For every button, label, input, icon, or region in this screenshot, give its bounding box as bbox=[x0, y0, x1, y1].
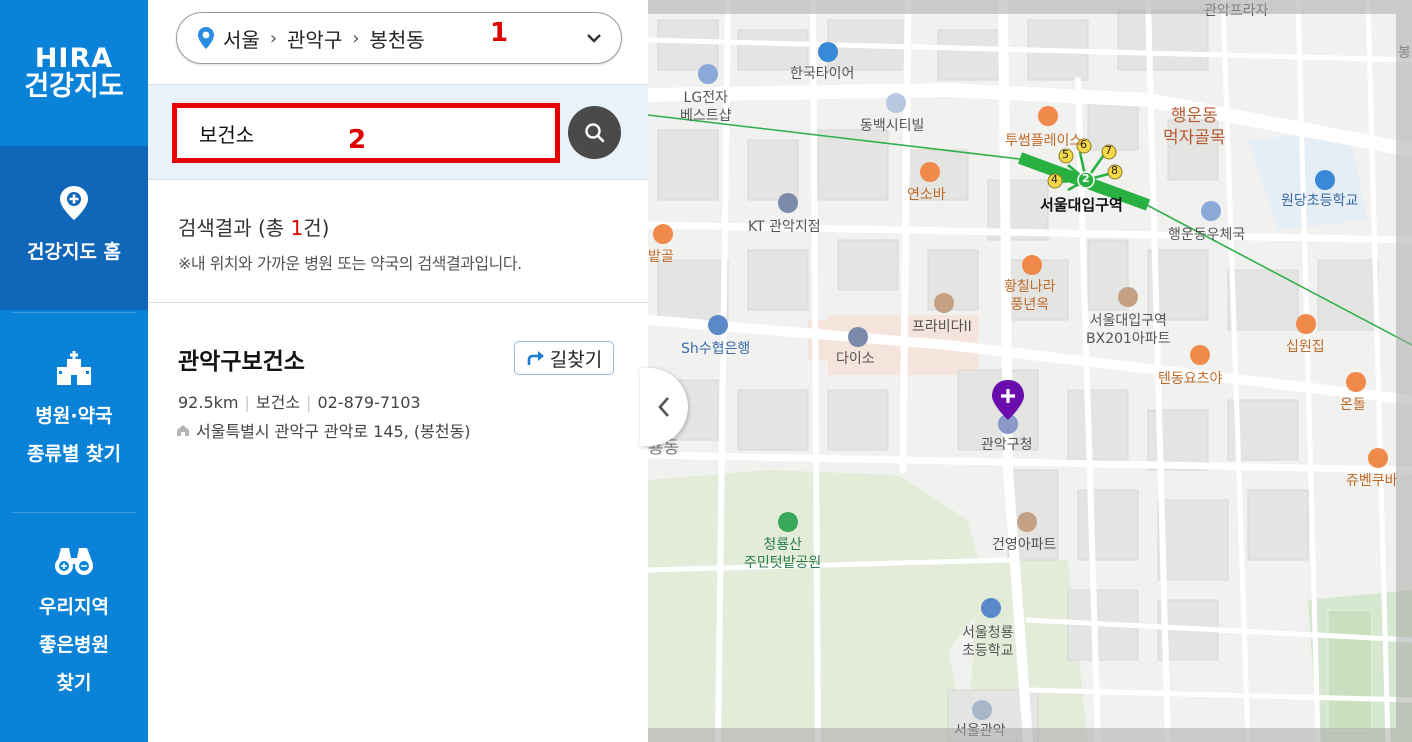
result-summary-prefix: 검색결과 (총 bbox=[178, 216, 291, 240]
nav-item-good-hospitals[interactable]: 우리지역 좋은병원 찾기 bbox=[12, 512, 136, 732]
map-label-line: 청룡산 bbox=[763, 537, 802, 553]
map-label-line: 행운동 bbox=[1170, 106, 1218, 126]
directions-label: 길찾기 bbox=[549, 348, 603, 371]
result-distance: 92.5km bbox=[178, 393, 239, 412]
meta-separator: | bbox=[306, 393, 312, 412]
map-label: 텐동요츠야 bbox=[1158, 371, 1223, 387]
location-selector[interactable]: 서울 › 관악구 › 봉천동 bbox=[176, 12, 622, 64]
chevron-right-icon: › bbox=[352, 27, 360, 49]
map-label-line: 풍년옥 bbox=[1010, 297, 1050, 313]
result-address: 서울특별시 관악구 관악로 145, (봉천동) bbox=[196, 422, 471, 441]
hira-logo[interactable]: HIRA 건강지도 bbox=[0, 0, 148, 146]
map-label: 원당초등학교 bbox=[1281, 193, 1359, 209]
result-note: ※내 위치와 가까운 병원 또는 약국의 검색결과입니다. bbox=[178, 254, 522, 273]
nav-label-good-1: 우리지역 bbox=[39, 595, 109, 618]
result-count: 1 bbox=[290, 216, 304, 240]
subway-exit-4: 4 bbox=[1051, 173, 1058, 186]
location-dong: 봉천동 bbox=[369, 27, 425, 52]
map-label: 황칠나라풍년옥 bbox=[1004, 278, 1056, 314]
nav-label-home: 건강지도 홈 bbox=[26, 241, 121, 263]
nav-item-hospital-pharmacy-type[interactable]: 병원·약국 종류별 찾기 bbox=[12, 312, 136, 510]
location-pin-icon bbox=[198, 27, 214, 49]
map-label: 투썸플레이스 bbox=[1005, 133, 1083, 149]
chevron-down-icon[interactable] bbox=[585, 29, 603, 47]
hospital-building-icon bbox=[57, 350, 91, 385]
map-label: 십원집 bbox=[1286, 339, 1325, 355]
map-edge-overlay bbox=[648, 0, 1412, 14]
side-navigation: HIRA 건강지도 건강지도 홈 병원·약국 종류별 찾기 우리지역 좋은병원 … bbox=[0, 0, 148, 742]
result-name[interactable]: 관악구보건소 bbox=[178, 342, 305, 376]
map-label: 다이소 bbox=[836, 351, 875, 367]
annotation-mark-2: 2 bbox=[348, 125, 367, 155]
map-label-line: LG전자 bbox=[683, 90, 728, 106]
turn-right-arrow-icon bbox=[527, 351, 544, 365]
map-label: 행운동우체국 bbox=[1168, 227, 1246, 243]
map-edge-overlay bbox=[648, 728, 1412, 742]
location-city: 서울 bbox=[223, 27, 260, 52]
annotation-mark-1: 1 bbox=[490, 18, 509, 48]
nav-item-home[interactable]: 건강지도 홈 bbox=[0, 146, 148, 310]
subway-exit-8: 8 bbox=[1111, 164, 1118, 177]
nav-label-good-2: 좋은병원 bbox=[39, 633, 109, 656]
map-label: 밭골 bbox=[648, 249, 674, 265]
nav-label-good-3: 찾기 bbox=[56, 671, 92, 694]
map-label: 연소바 bbox=[907, 187, 946, 203]
map-edge-overlay bbox=[1396, 14, 1412, 728]
result-summary-suffix: 건) bbox=[303, 216, 330, 240]
result-type: 보건소 bbox=[255, 393, 301, 412]
home-icon bbox=[177, 424, 189, 436]
map-label: 동백시티빌 bbox=[860, 118, 925, 134]
map-label: 쥬벤쿠바 bbox=[1346, 473, 1398, 489]
map-label: 한국타이어 bbox=[790, 66, 855, 82]
nav-label-type-2: 종류별 찾기 bbox=[26, 442, 121, 465]
result-phone: 02-879-7103 bbox=[317, 393, 421, 412]
search-panel: 서울 › 관악구 › 봉천동 1 2 검색결과 (총 1건) ※내 위치와 가까… bbox=[148, 0, 648, 742]
map-label: Sh수협은행 bbox=[681, 341, 751, 357]
map-label-line: 서울청룡 bbox=[962, 625, 1014, 641]
location-pin-icon bbox=[60, 186, 88, 220]
map-label: 온돌 bbox=[1340, 397, 1366, 413]
map-label: LG전자베스트샵 bbox=[680, 89, 732, 125]
map-label: 관악구청 bbox=[981, 437, 1033, 453]
result-summary: 검색결과 (총 1건) bbox=[178, 212, 329, 241]
map-label: 서울청룡초등학교 bbox=[962, 624, 1014, 660]
search-bar: 2 bbox=[148, 85, 648, 180]
map-label-line: 초등학교 bbox=[962, 643, 1014, 659]
divider bbox=[148, 302, 648, 303]
map-label-line: 서울대입구역 bbox=[1089, 313, 1167, 329]
search-button[interactable] bbox=[568, 106, 621, 159]
map-label: 건영아파트 bbox=[992, 537, 1057, 553]
meta-separator: | bbox=[244, 393, 250, 412]
map-label: 행운동 먹자골목 bbox=[1163, 105, 1226, 149]
chevron-right-icon: › bbox=[269, 27, 278, 49]
subway-exit-5: 5 bbox=[1062, 148, 1069, 161]
directions-button[interactable]: 길찾기 bbox=[514, 341, 614, 375]
subway-exit-7: 7 bbox=[1105, 144, 1112, 157]
result-meta: 92.5km | 보건소 | 02-879-7103 bbox=[178, 389, 421, 413]
search-icon bbox=[584, 122, 604, 142]
subway-exit-6: 6 bbox=[1080, 138, 1087, 151]
map-label-line: 주민텃밭공원 bbox=[744, 555, 822, 571]
map-label: KT 관악지점 bbox=[748, 219, 821, 235]
map-canvas[interactable] bbox=[648, 0, 1412, 742]
chevron-left-icon bbox=[658, 397, 669, 417]
map-label: 프라비다II bbox=[912, 319, 972, 335]
map-label: 청룡산주민텃밭공원 bbox=[744, 536, 821, 572]
location-district: 관악구 bbox=[287, 27, 343, 52]
nav-label-type-1: 병원·약국 bbox=[35, 404, 113, 427]
map-label-line: 베스트샵 bbox=[680, 108, 732, 124]
map-label-line: 먹자골목 bbox=[1163, 128, 1226, 148]
map-label-station[interactable]: 서울대입구역 bbox=[1040, 196, 1123, 214]
logo-text-map: 건강지도 bbox=[24, 71, 124, 102]
subway-exit-2: 2 bbox=[1082, 172, 1090, 185]
map-label-line: BX201아파트 bbox=[1086, 331, 1171, 347]
map-label: 서울대입구역 BX201아파트 bbox=[1086, 312, 1171, 348]
map-view[interactable]: 관악프라자 봉 한국타이어 LG전자베스트샵 동백시티빌 투썸플레이스 행운동먹… bbox=[648, 0, 1412, 742]
binoculars-icon bbox=[55, 547, 93, 575]
map-label-line: 황칠나라 bbox=[1004, 279, 1056, 295]
logo-text-hira: HIRA bbox=[34, 42, 114, 74]
result-address-row: 서울특별시 관악구 관악로 145, (봉천동) bbox=[176, 418, 471, 442]
